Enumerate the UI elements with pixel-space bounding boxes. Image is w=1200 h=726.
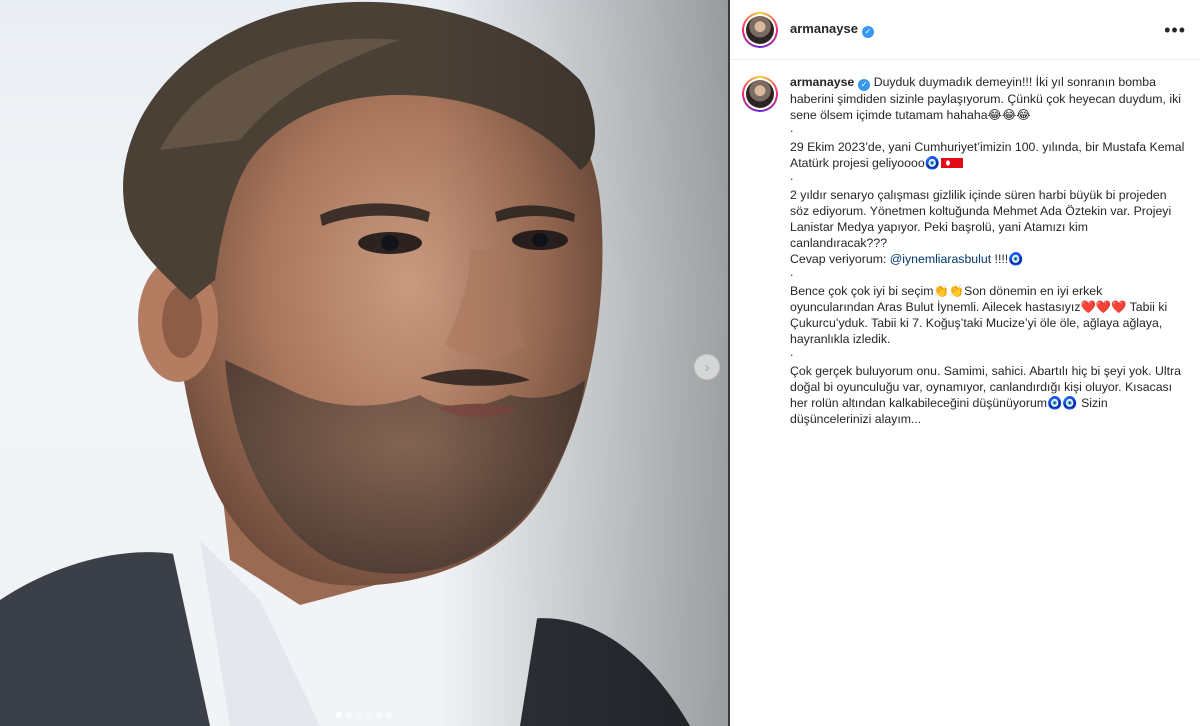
caption-avatar[interactable] [742,76,778,112]
caption-paragraph: 29 Ekim 2023’de, yani Cumhuriyet’imizin … [790,140,1185,170]
profile-photo [746,15,774,44]
caption-separator: . [790,121,794,135]
post-details-pane: armanayse ✓ ••• armanayse ✓ Duyduk duymadı… [730,0,1200,726]
verified-badge-icon: ✓ [858,79,871,91]
carousel-dot [356,712,362,718]
caption-paragraph: armanayse ✓ Duyduk duymadık demeyin!!! İk… [790,75,1181,122]
caption-section: armanayse ✓ Duyduk duymadık demeyin!!! İk… [730,60,1200,427]
carousel-dot [346,712,352,718]
username-link[interactable]: armanayse ✓ [790,21,874,38]
carousel-indicator [0,712,728,718]
more-options-icon[interactable]: ••• [1164,21,1186,39]
caption-separator: . [790,345,794,359]
carousel-next-button[interactable]: › [694,354,720,380]
caption-username-link[interactable]: armanayse ✓ [790,75,871,91]
caption-separator: . [790,265,794,279]
profile-photo [746,80,774,108]
caption-paragraph: Cevap veriyorum: @iynemliarasbulut !!!!🧿 [790,252,1024,266]
avatar[interactable] [742,11,778,48]
mention-link[interactable]: @iynemliarasbulut [890,252,991,266]
portrait-image [0,0,728,726]
carousel-dot [376,712,382,718]
caption-paragraph: Çok gerçek buluyorum onu. Samimi, sahici… [790,364,1181,426]
carousel-dot [336,712,342,718]
caption-paragraph: Bence çok çok iyi bi seçim👏👏Son dönemin … [790,284,1168,346]
post-photo[interactable]: › [0,0,728,726]
verified-badge-icon: ✓ [861,25,874,38]
caption-paragraph: 2 yıldır senaryo çalışması gizlilik için… [790,188,1172,250]
username-text: armanayse [790,21,858,37]
turkish-flag-icon [940,158,963,168]
post-header: armanayse ✓ ••• [730,0,1200,60]
carousel-dot [366,712,372,718]
carousel-dot [386,712,392,718]
caption-separator: . [790,169,794,183]
post-caption: armanayse ✓ Duyduk duymadık demeyin!!! İk… [790,74,1188,427]
chevron-right-icon: › [704,358,710,376]
